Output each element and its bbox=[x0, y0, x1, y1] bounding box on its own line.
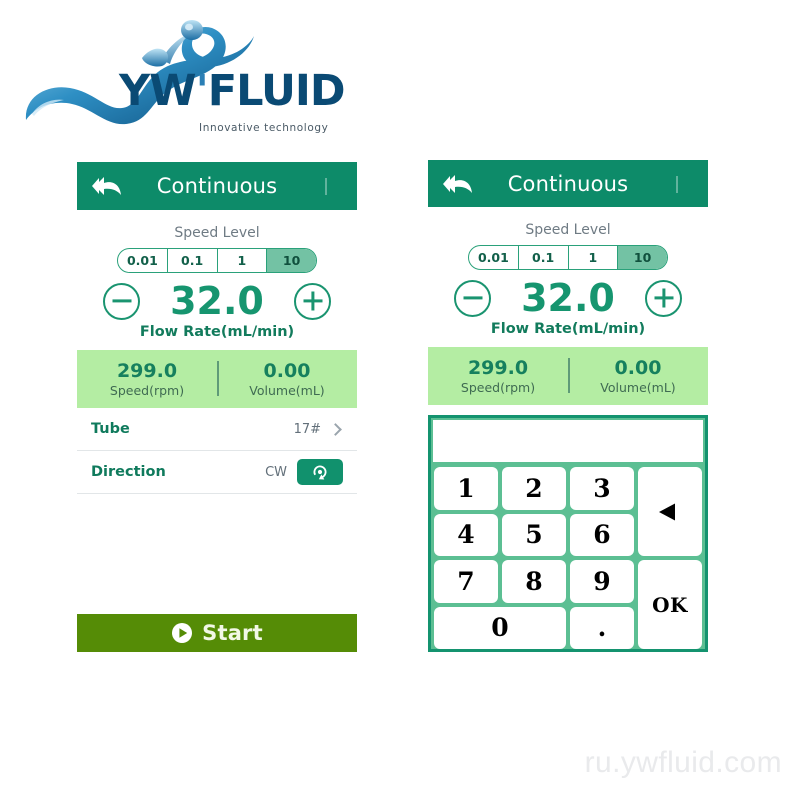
right-panel-title: Continuous bbox=[507, 171, 629, 196]
right-stats-bar: 299.0 Speed(rpm) 0.00 Volume(mL) bbox=[428, 347, 708, 405]
right-speed-option-1[interactable]: 0.1 bbox=[519, 246, 569, 269]
back-double-arrow-icon[interactable] bbox=[442, 172, 476, 196]
plus-circle-icon[interactable] bbox=[645, 279, 682, 317]
left-stat-speed-label: Speed(rpm) bbox=[109, 383, 185, 399]
left-panel-header: Continuous bbox=[77, 162, 357, 210]
right-speed-level-segmented-control[interactable]: 0.01 0.1 1 10 bbox=[468, 245, 668, 270]
right-speed-option-0[interactable]: 0.01 bbox=[469, 246, 519, 269]
start-button[interactable]: Start bbox=[77, 614, 357, 652]
right-stat-volume: 0.00 Volume(mL) bbox=[568, 357, 708, 396]
key-6[interactable]: 6 bbox=[570, 513, 634, 556]
left-speed-option-1[interactable]: 0.1 bbox=[168, 249, 218, 272]
key-8[interactable]: 8 bbox=[502, 560, 566, 603]
stats-divider bbox=[568, 358, 570, 393]
keypad-display-input[interactable] bbox=[433, 420, 703, 462]
key-3[interactable]: 3 bbox=[570, 467, 634, 510]
left-flow-rate-caption: Flow Rate(mL/min) bbox=[139, 324, 295, 340]
left-speed-level-label: Speed Level bbox=[174, 225, 260, 241]
row-direction-value: CW bbox=[265, 464, 287, 480]
minus-circle-icon[interactable] bbox=[454, 279, 491, 317]
left-stat-volume-value: 0.00 bbox=[263, 359, 311, 382]
brand-logo: YW'FLUID Innovative technology bbox=[14, 10, 346, 135]
left-speed-level-segmented-control[interactable]: 0.01 0.1 1 10 bbox=[117, 248, 317, 273]
right-speed-option-2[interactable]: 1 bbox=[569, 246, 619, 269]
brand-tagline: Innovative technology bbox=[199, 122, 329, 134]
key-9[interactable]: 9 bbox=[570, 560, 634, 603]
left-flow-rate-stepper: 32.0 bbox=[77, 282, 357, 320]
backspace-left-triangle-icon bbox=[659, 503, 675, 520]
left-stat-volume: 0.00 Volume(mL) bbox=[217, 360, 357, 399]
rotate-cw-button[interactable] bbox=[297, 459, 343, 485]
right-stat-volume-value: 0.00 bbox=[614, 356, 662, 379]
left-stats-bar: 299.0 Speed(rpm) 0.00 Volume(mL) bbox=[77, 350, 357, 408]
row-tube-value: 17# bbox=[293, 421, 321, 437]
row-direction[interactable]: Direction CW bbox=[77, 451, 357, 494]
key-2[interactable]: 2 bbox=[502, 467, 566, 510]
brand-wordmark: YW'FLUID bbox=[119, 70, 346, 113]
key-4[interactable]: 4 bbox=[434, 513, 498, 556]
minus-circle-icon[interactable] bbox=[103, 282, 140, 320]
brand-name-2: FLUID bbox=[207, 66, 346, 116]
left-device-panel: Continuous Speed Level 0.01 0.1 1 10 32.… bbox=[77, 162, 357, 652]
left-stat-speed-value: 299.0 bbox=[116, 359, 178, 382]
row-tube-label: Tube bbox=[91, 421, 130, 437]
right-speed-option-3[interactable]: 10 bbox=[618, 246, 667, 269]
left-speed-option-3[interactable]: 10 bbox=[267, 249, 316, 272]
row-direction-label: Direction bbox=[91, 464, 166, 480]
left-stat-volume-label: Volume(mL) bbox=[249, 383, 325, 399]
key-decimal[interactable]: . bbox=[570, 606, 634, 649]
right-device-panel: Continuous Speed Level 0.01 0.1 1 10 32.… bbox=[428, 160, 708, 652]
header-tick-icon bbox=[325, 178, 327, 195]
key-1[interactable]: 1 bbox=[434, 467, 498, 510]
row-tube[interactable]: Tube 17# bbox=[77, 408, 357, 451]
numeric-keypad: 1 2 3 4 5 6 7 8 9 OK 0 . bbox=[428, 415, 708, 652]
key-5[interactable]: 5 bbox=[502, 513, 566, 556]
back-double-arrow-icon[interactable] bbox=[91, 174, 125, 198]
right-stat-speed-label: Speed(rpm) bbox=[460, 380, 536, 396]
plus-circle-icon[interactable] bbox=[294, 282, 331, 320]
brand-apostrophe: ' bbox=[195, 66, 209, 116]
left-speed-option-2[interactable]: 1 bbox=[218, 249, 268, 272]
site-watermark: ru.ywfluid.com bbox=[584, 746, 782, 779]
header-tick-icon bbox=[676, 176, 678, 193]
right-flow-rate-caption: Flow Rate(mL/min) bbox=[490, 321, 646, 337]
right-speed-level-label: Speed Level bbox=[525, 222, 611, 238]
chevron-right-icon[interactable] bbox=[329, 422, 342, 436]
key-7[interactable]: 7 bbox=[434, 560, 498, 603]
start-button-label: Start bbox=[202, 621, 263, 645]
left-flow-rate-value[interactable]: 32.0 bbox=[162, 282, 272, 320]
right-flow-rate-value[interactable]: 32.0 bbox=[513, 279, 623, 317]
left-speed-option-0[interactable]: 0.01 bbox=[118, 249, 168, 272]
right-flow-rate-stepper: 32.0 bbox=[428, 279, 708, 317]
stats-divider bbox=[217, 361, 219, 396]
key-0[interactable]: 0 bbox=[434, 606, 566, 649]
right-stat-speed-value: 299.0 bbox=[467, 356, 529, 379]
screenshot-root: YW'FLUID Innovative technology Continuou… bbox=[0, 0, 800, 800]
keypad-grid: 1 2 3 4 5 6 7 8 9 OK 0 . bbox=[431, 464, 705, 652]
right-stat-volume-label: Volume(mL) bbox=[600, 380, 676, 396]
key-backspace[interactable] bbox=[638, 467, 702, 556]
right-panel-header: Continuous bbox=[428, 160, 708, 207]
right-stat-speed: 299.0 Speed(rpm) bbox=[428, 357, 568, 396]
rotate-cw-icon bbox=[313, 465, 327, 480]
brand-name-1: YW bbox=[119, 66, 197, 116]
key-ok[interactable]: OK bbox=[638, 560, 702, 649]
left-stat-speed: 299.0 Speed(rpm) bbox=[77, 360, 217, 399]
left-panel-title: Continuous bbox=[156, 174, 278, 198]
play-circle-icon bbox=[172, 623, 193, 643]
